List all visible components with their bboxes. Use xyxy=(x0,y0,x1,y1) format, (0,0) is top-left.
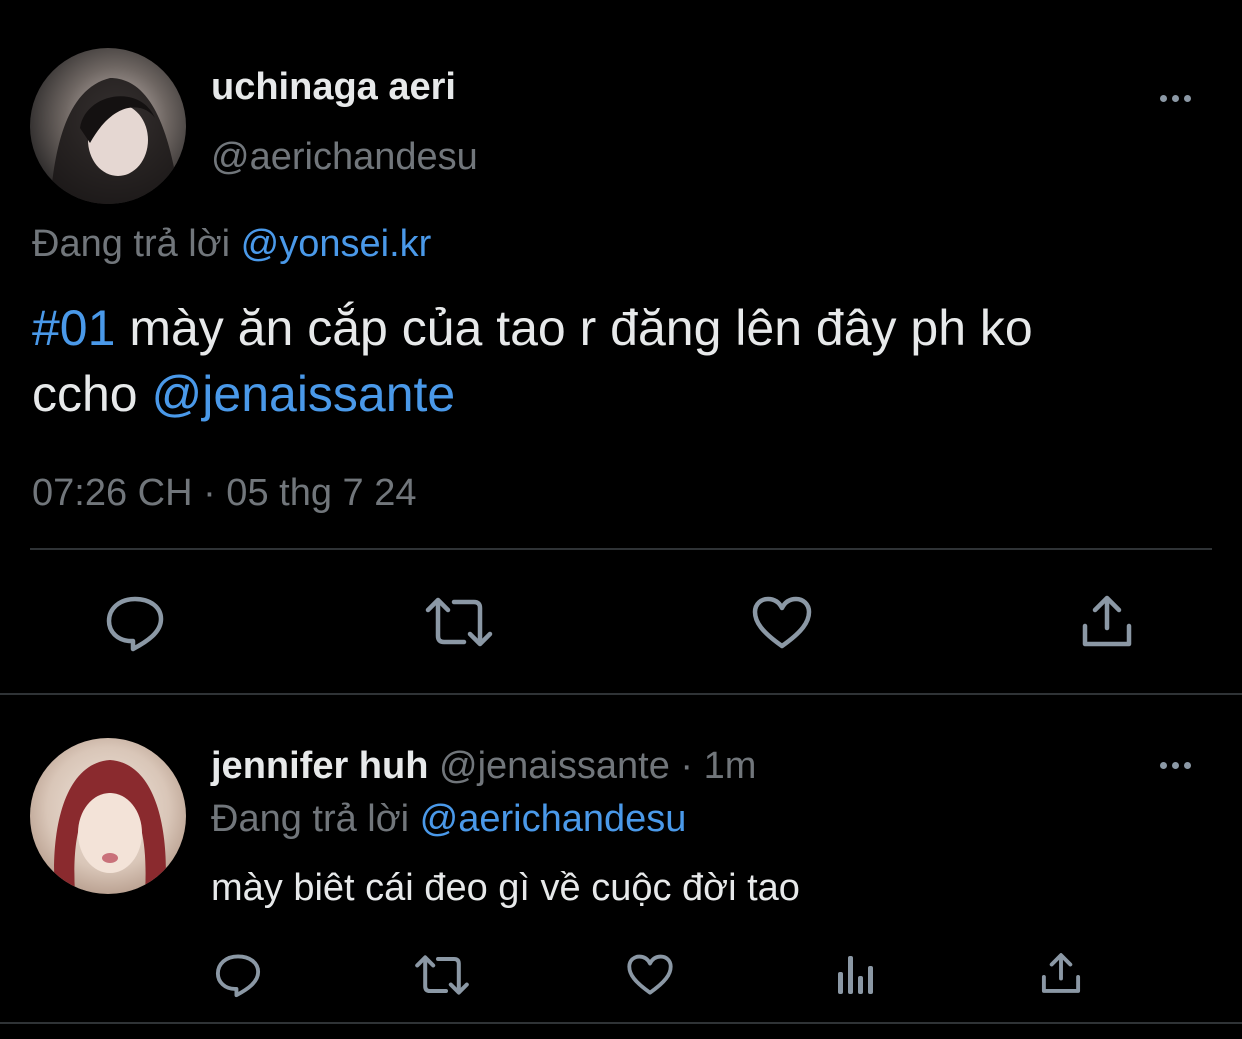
replying-to-link[interactable]: @yonsei.kr xyxy=(241,223,432,265)
replying-to-line: Đang trả lời @yonsei.kr xyxy=(32,220,431,268)
tweet-timestamp[interactable]: 07:26 CH · 05 thg 7 24 xyxy=(32,470,416,516)
separator-dot: · xyxy=(680,745,694,787)
reply-text: mày biêt cái đeo gì về cuộc đời tao xyxy=(211,867,800,909)
tweet-text-line2: ccho xyxy=(32,366,138,422)
share-icon[interactable] xyxy=(1040,952,1082,994)
display-name[interactable]: jennifer huh xyxy=(211,745,428,787)
reply-header: jennifer huh @jenaissante · 1m xyxy=(211,743,756,789)
tweet-text: #01 mày ăn cắp của tao r đăng lên đây ph… xyxy=(32,295,1222,427)
avatar[interactable] xyxy=(30,48,186,204)
divider xyxy=(30,548,1212,550)
more-options-icon[interactable] xyxy=(1160,762,1191,769)
replying-prefix: Đang trả lời xyxy=(211,798,410,840)
display-name[interactable]: uchinaga aeri xyxy=(211,64,456,110)
reply-icon[interactable] xyxy=(104,594,166,652)
replying-to-link[interactable]: @aerichandesu xyxy=(420,798,687,840)
retweet-icon[interactable] xyxy=(424,596,494,648)
share-icon[interactable] xyxy=(1080,594,1134,648)
reply-icon[interactable] xyxy=(214,952,262,998)
like-icon[interactable] xyxy=(752,596,812,650)
analytics-icon[interactable] xyxy=(836,952,876,996)
replying-prefix: Đang trả lời xyxy=(32,223,231,265)
avatar[interactable] xyxy=(30,738,186,894)
like-icon[interactable] xyxy=(627,954,673,996)
retweet-icon[interactable] xyxy=(414,954,470,996)
tweet-text-body: mày ăn cắp của tao r đăng lên đây ph ko xyxy=(129,300,1033,356)
user-handle[interactable]: @jenaissante xyxy=(439,745,670,787)
mention-link[interactable]: @jenaissante xyxy=(152,366,456,422)
replying-to-line: Đang trả lời @aerichandesu xyxy=(211,796,686,842)
divider xyxy=(0,1022,1242,1024)
more-options-icon[interactable] xyxy=(1160,95,1191,102)
reply-time[interactable]: 1m xyxy=(704,745,757,787)
divider xyxy=(0,693,1242,695)
hashtag-link[interactable]: #01 xyxy=(32,300,115,356)
user-handle[interactable]: @aerichandesu xyxy=(211,134,478,180)
